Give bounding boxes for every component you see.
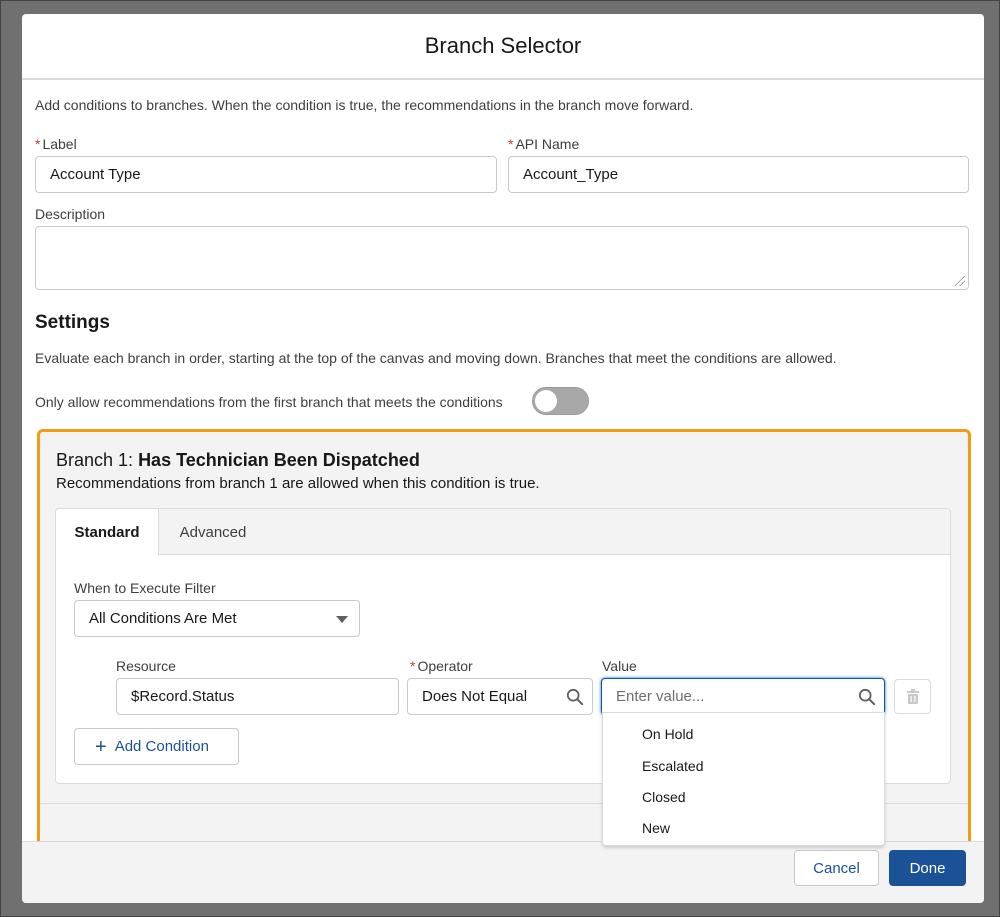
operator-label: * Operator <box>410 658 473 674</box>
api-name-input-value: Account_Type <box>523 166 619 183</box>
operator-value: Does Not Equal <box>422 688 528 705</box>
modal-title: Branch Selector <box>424 33 582 58</box>
value-label: Value <box>602 658 637 674</box>
resource-label: Resource <box>116 658 176 674</box>
branch-title: Branch 1: Has Technician Been Dispatched <box>56 450 420 471</box>
value-input[interactable]: Enter value... <box>601 678 885 715</box>
branch-subtitle: Recommendations from branch 1 are allowe… <box>56 475 540 492</box>
description-textarea[interactable] <box>35 226 969 290</box>
add-condition-button[interactable]: + Add Condition <box>74 728 239 765</box>
dropdown-option-escalated[interactable]: Escalated <box>642 758 703 774</box>
first-branch-toggle[interactable] <box>532 387 589 415</box>
tab-bar: Standard Advanced <box>56 509 950 556</box>
label-field-label-text: Label <box>42 136 77 152</box>
api-name-input[interactable]: Account_Type <box>508 156 969 193</box>
branch-prefix: Branch 1: <box>56 450 134 470</box>
first-branch-toggle-label: Only allow recommendations from the firs… <box>35 394 503 410</box>
execute-filter-value: All Conditions Are Met <box>89 610 237 627</box>
delete-condition-button[interactable] <box>894 679 931 714</box>
settings-title: Settings <box>35 312 110 333</box>
operator-label-text: Operator <box>417 658 473 674</box>
description-field-label: Description <box>35 206 106 222</box>
modal-header: Branch Selector <box>22 14 984 80</box>
dropdown-option-on-hold[interactable]: On Hold <box>642 726 693 742</box>
api-name-field-label: * API Name <box>508 136 579 152</box>
tab-advanced[interactable]: Advanced <box>160 509 266 555</box>
value-placeholder: Enter value... <box>616 688 705 705</box>
resize-grip-icon[interactable] <box>955 276 965 286</box>
done-button[interactable]: Done <box>889 850 966 886</box>
api-name-field-label-text: API Name <box>515 136 580 152</box>
operator-input[interactable]: Does Not Equal <box>407 678 593 715</box>
value-dropdown-listbox: On Hold Escalated Closed New <box>602 712 885 846</box>
plus-icon: + <box>95 735 107 758</box>
branch-name: Has Technician Been Dispatched <box>138 450 420 470</box>
search-icon[interactable] <box>566 688 584 706</box>
required-marker: * <box>35 136 41 152</box>
trash-icon <box>906 689 919 704</box>
cancel-button[interactable]: Cancel <box>794 850 879 886</box>
modal-intro-text: Add conditions to branches. When the con… <box>35 97 694 113</box>
toggle-knob <box>535 390 557 412</box>
dropdown-option-new[interactable]: New <box>642 820 670 836</box>
execute-filter-label: When to Execute Filter <box>74 580 216 596</box>
resource-value: $Record.Status <box>131 688 235 705</box>
required-marker: * <box>508 136 514 152</box>
label-input[interactable]: Account Type <box>35 156 497 193</box>
dropdown-option-closed[interactable]: Closed <box>642 789 686 805</box>
chevron-down-icon <box>336 616 348 623</box>
execute-filter-select[interactable]: All Conditions Are Met <box>74 600 360 637</box>
add-condition-label: Add Condition <box>114 738 209 755</box>
label-field-label: * Label <box>35 136 77 152</box>
resource-input[interactable]: $Record.Status <box>116 678 399 715</box>
label-input-value: Account Type <box>50 166 141 183</box>
required-marker: * <box>410 658 416 674</box>
settings-description: Evaluate each branch in order, starting … <box>35 350 837 366</box>
search-icon[interactable] <box>858 688 876 706</box>
tab-standard[interactable]: Standard <box>56 509 159 556</box>
